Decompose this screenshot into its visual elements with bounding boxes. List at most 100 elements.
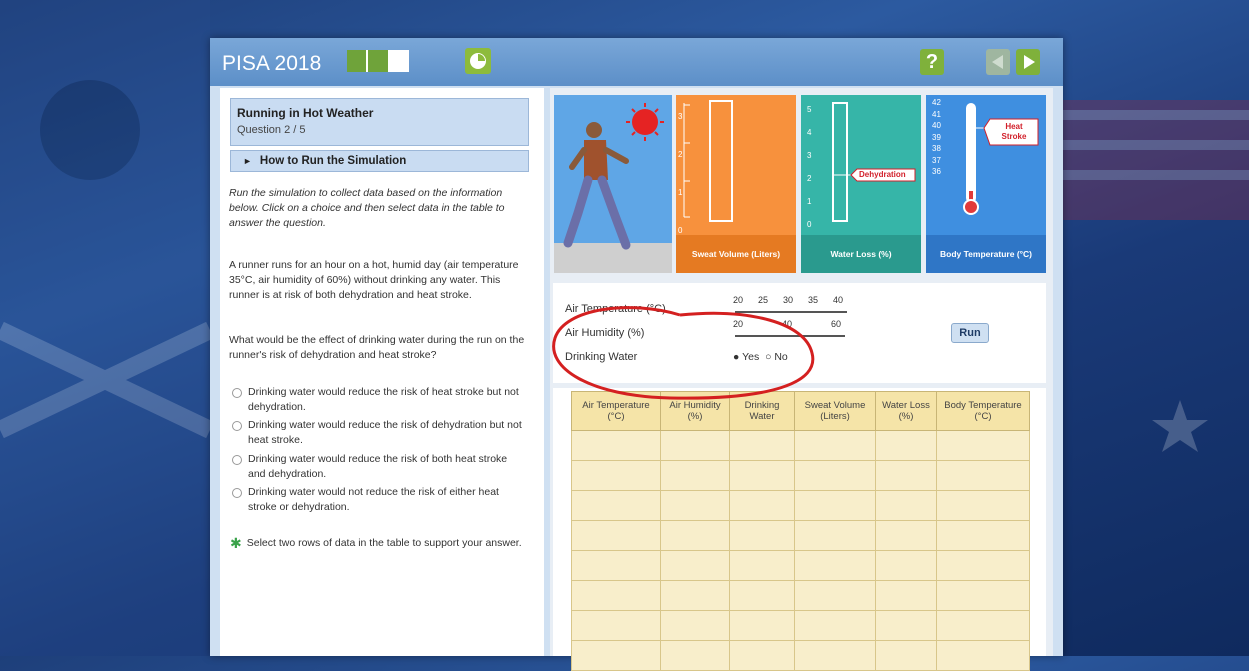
table-cell[interactable] [794,580,876,611]
table-cell[interactable] [571,460,661,491]
table-cell[interactable] [875,490,937,521]
tick-label: 36 [932,167,941,176]
table-cell[interactable] [660,550,730,581]
table-row[interactable] [571,490,1030,521]
table-row[interactable] [571,520,1030,551]
table-cell[interactable] [660,490,730,521]
table-cell[interactable] [794,490,876,521]
table-cell[interactable] [936,520,1030,551]
progress-segment [368,50,388,72]
tick-label: 40 [932,121,941,130]
back-button[interactable] [986,49,1010,75]
scenario-text: A runner runs for an hour on a hot, humi… [229,259,519,301]
table-cell[interactable] [794,520,876,551]
tick-label: 2 [807,174,812,183]
timer-button[interactable] [465,48,491,74]
table-cell[interactable] [794,550,876,581]
radio-button[interactable] [232,455,242,465]
table-row[interactable] [571,460,1030,491]
tick-label: 1 [678,188,683,197]
arrow-right-icon [1024,55,1035,69]
table-cell[interactable] [875,580,937,611]
column-header: Water Loss (%) [875,391,937,431]
table-cell[interactable] [875,520,937,551]
table-cell[interactable] [936,550,1030,581]
answer-option[interactable]: Drinking water would not reduce the risk… [230,485,526,515]
answer-option[interactable]: Drinking water would reduce the risk of … [230,418,526,448]
table-cell[interactable] [571,610,661,641]
table-cell[interactable] [936,580,1030,611]
table-cell[interactable] [936,430,1030,461]
table-cell[interactable] [660,520,730,551]
table-cell[interactable] [571,550,661,581]
table-cell[interactable] [660,430,730,461]
yes-label: Yes [742,351,760,363]
table-cell[interactable] [936,610,1030,641]
tick-label: 60 [830,319,841,329]
no-radio[interactable]: ○ [765,351,771,363]
tick-label: 40 [832,295,843,305]
answer-option[interactable]: Drinking water would reduce the risk of … [230,452,526,482]
table-cell[interactable] [571,430,661,461]
table-row[interactable] [571,610,1030,641]
answer-option[interactable]: Drinking water would reduce the risk of … [230,385,526,415]
column-header: Sweat Volume (Liters) [794,391,876,431]
table-cell[interactable] [729,520,795,551]
column-header: Body Temperature (°C) [936,391,1030,431]
tick-label: 38 [932,144,941,153]
tick-label: 41 [932,109,941,119]
table-row[interactable] [571,580,1030,611]
air-temperature-label: Air Temperature (°C) [565,303,666,315]
radio-button[interactable] [232,388,242,398]
table-cell[interactable] [875,460,937,491]
table-cell[interactable] [729,580,795,611]
tick-label: 1 [807,197,812,206]
instructions-text: Run the simulation to collect data based… [229,187,505,229]
unit-progress-indicator [347,50,409,72]
table-cell[interactable] [729,490,795,521]
table-cell[interactable] [794,460,876,491]
table-cell[interactable] [571,520,661,551]
table-cell[interactable] [571,580,661,611]
question-title: Running in Hot Weather [237,106,374,120]
table-cell[interactable] [875,430,937,461]
air-temperature-slider[interactable] [735,311,847,313]
air-humidity-label: Air Humidity (%) [565,327,645,339]
run-button[interactable]: Run [951,323,989,343]
brand-title: PISA 2018 [222,52,322,75]
radio-button[interactable] [232,421,242,431]
progress-segment [347,50,367,72]
table-cell[interactable] [936,490,1030,521]
table-cell[interactable] [729,460,795,491]
table-cell[interactable] [794,430,876,461]
table-cell[interactable] [875,610,937,641]
no-label: No [774,351,788,363]
help-button[interactable]: ? [920,49,944,75]
tick-label: 3 [807,151,812,160]
tick-label: 3 [678,112,683,121]
question-pane: Running in Hot Weather Question 2 / 5 ► H… [220,88,544,656]
tick-label: 2 [678,150,683,159]
table-row[interactable] [571,430,1030,461]
yes-radio[interactable]: ● [733,351,739,363]
caret-right-icon: ► [243,156,252,166]
table-cell[interactable] [875,550,937,581]
tick-label: 37 [932,155,941,165]
table-cell[interactable] [794,610,876,641]
table-cell[interactable] [729,430,795,461]
next-button[interactable] [1016,49,1040,75]
table-cell[interactable] [660,610,730,641]
table-cell[interactable] [936,460,1030,491]
table-cell[interactable] [571,490,661,521]
table-row[interactable] [571,550,1030,581]
tick-label: 20 [733,319,744,329]
table-cell[interactable] [660,460,730,491]
sweat-volume-gauge: 3 2 1 0 Sweat Volume (Liters) [676,95,796,273]
table-cell[interactable] [660,580,730,611]
table-cell[interactable] [729,610,795,641]
air-humidity-slider[interactable] [735,335,845,337]
water-loss-gauge: 5 4 3 2 1 0 Dehydration Water Loss (%) [801,95,921,273]
radio-button[interactable] [232,488,242,498]
how-to-run-toggle[interactable]: ► How to Run the Simulation [230,150,529,172]
table-cell[interactable] [729,550,795,581]
